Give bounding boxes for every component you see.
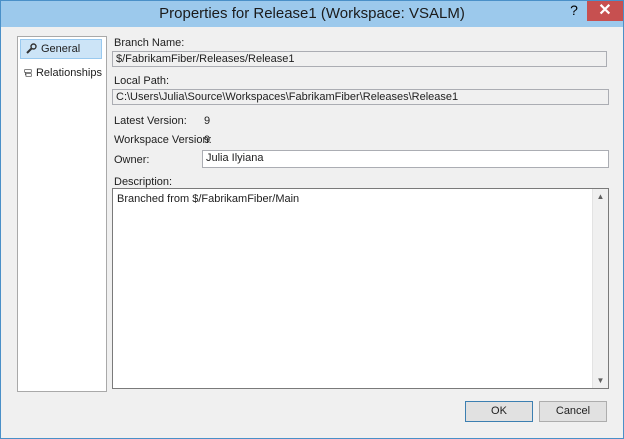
sidebar-item-label: Relationships — [35, 67, 102, 79]
local-path-field[interactable]: C:\Users\Julia\Source\Workspaces\Fabrika… — [112, 89, 609, 105]
properties-dialog: Properties for Release1 (Workspace: VSAL… — [0, 0, 624, 439]
scroll-down-icon[interactable]: ▼ — [593, 373, 608, 388]
ok-button[interactable]: OK — [465, 401, 533, 422]
window-title: Properties for Release1 (Workspace: VSAL… — [159, 5, 465, 22]
sidebar-nav: General Relationships — [17, 36, 107, 392]
description-label: Description: — [114, 176, 173, 188]
title-bar[interactable]: Properties for Release1 (Workspace: VSAL… — [1, 1, 623, 27]
close-button[interactable]: ✕ — [587, 1, 623, 21]
dialog-content: General Relationships Branch Name: $/Fab… — [9, 28, 617, 433]
branch-name-field[interactable]: $/FabrikamFiber/Releases/Release1 — [112, 51, 607, 67]
sidebar-item-label: General — [41, 43, 81, 55]
workspace-version-value: 9 — [204, 134, 211, 146]
latest-version-value: 9 — [204, 115, 211, 127]
latest-version-label: Latest Version: — [114, 115, 187, 127]
hierarchy-icon — [24, 69, 32, 77]
workspace-version-label: Workspace Version: — [114, 134, 212, 146]
owner-field[interactable]: Julia Ilyiana — [202, 150, 609, 168]
scroll-up-icon[interactable]: ▲ — [593, 189, 608, 204]
sidebar-item-relationships[interactable]: Relationships — [20, 63, 102, 83]
description-text: Branched from $/FabrikamFiber/Main — [117, 193, 300, 205]
description-scrollbar[interactable]: ▲ ▼ — [592, 189, 608, 388]
local-path-label: Local Path: — [114, 75, 170, 87]
cancel-button[interactable]: Cancel — [539, 401, 607, 422]
description-textarea[interactable]: Branched from $/FabrikamFiber/Main ▲ ▼ — [112, 188, 609, 389]
help-button[interactable]: ? — [561, 1, 587, 21]
branch-name-label: Branch Name: — [114, 37, 185, 49]
wrench-icon — [26, 43, 37, 54]
sidebar-item-general[interactable]: General — [20, 39, 102, 59]
owner-label: Owner: — [114, 154, 150, 166]
